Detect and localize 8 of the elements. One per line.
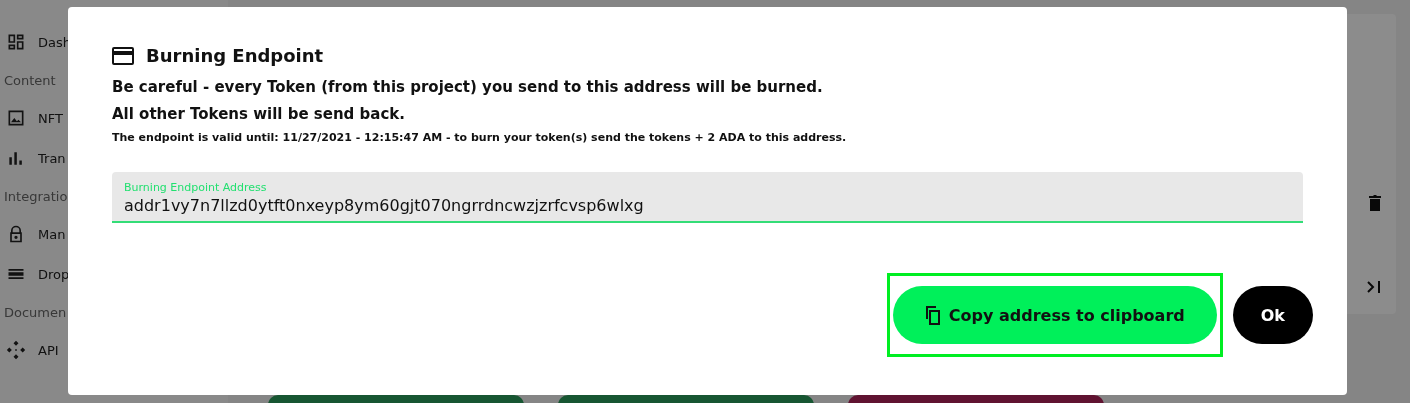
sidebar-section-label: Content	[4, 71, 56, 90]
dialog-title: Burning Endpoint	[146, 45, 324, 66]
validity-text: The endpoint is valid until: 11/27/2021 - 12:15:47 AM - to burn your token(s) send the tokens + 2 ADA to this address.	[112, 131, 848, 144]
sidebar-section-label: Integratio	[4, 187, 68, 206]
warning-text: Be careful - every Token (from this project) you send to this address will be burned.	[112, 78, 824, 96]
field-label: Burning Endpoint Address	[124, 181, 268, 194]
sidebar-section-label: Documen	[4, 303, 67, 322]
note-text: All other Tokens will be send back.	[112, 105, 406, 123]
